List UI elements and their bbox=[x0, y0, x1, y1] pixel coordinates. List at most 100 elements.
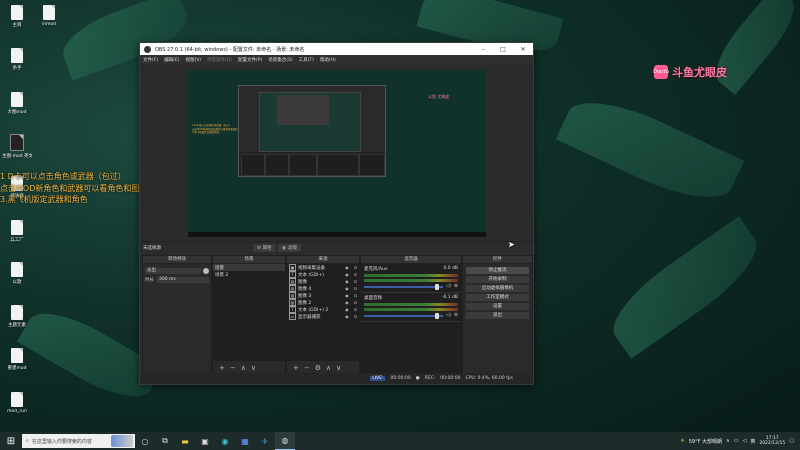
lock-icon[interactable]: ⊡ bbox=[354, 286, 357, 291]
control-button[interactable]: 设置 bbox=[466, 303, 529, 310]
desktop-icon[interactable]: 兵工厂 bbox=[2, 220, 32, 243]
source-item[interactable]: ▨ 图像 2 ◉ ⊡ bbox=[287, 299, 359, 306]
menu-item[interactable]: 文件(F) bbox=[143, 57, 158, 63]
desktop-icon[interactable]: 杀手 bbox=[2, 48, 32, 71]
channel-gear-icon[interactable]: ⚙ bbox=[454, 313, 458, 318]
visibility-eye-icon[interactable]: ◉ bbox=[345, 300, 349, 305]
speaker-icon[interactable]: ◁) bbox=[446, 313, 451, 318]
control-button[interactable]: 工作室模式 bbox=[466, 294, 529, 301]
minimize-button[interactable]: – bbox=[473, 46, 493, 53]
file-icon bbox=[11, 220, 23, 235]
filters-button[interactable]: ◐ 滤镜 bbox=[278, 243, 301, 252]
lock-icon[interactable]: ⊡ bbox=[354, 279, 357, 284]
source-settings-icon[interactable]: ⚙ bbox=[315, 364, 321, 372]
visibility-eye-icon[interactable]: ◉ bbox=[345, 307, 349, 312]
obs-window[interactable]: OBS 27.0.1 (64-bit, windows) - 配置文件: 未命名… bbox=[139, 42, 534, 385]
source-item[interactable]: ▨ 图像 ◉ ⊡ bbox=[287, 278, 359, 285]
menu-item[interactable]: 帮助(H) bbox=[320, 57, 336, 63]
desktop-icon[interactable]: 以歌 bbox=[2, 262, 32, 285]
properties-button[interactable]: ⚙ 属性 bbox=[253, 243, 276, 252]
desktop-icon[interactable]: 主题元素 bbox=[2, 305, 32, 328]
ime-icon[interactable]: 英 bbox=[750, 438, 755, 445]
menu-item[interactable]: 编辑(E) bbox=[164, 57, 179, 63]
desktop-icon[interactable]: 主目 bbox=[2, 5, 32, 28]
lock-icon[interactable]: ⊡ bbox=[354, 307, 357, 312]
lock-icon[interactable]: ⊡ bbox=[354, 314, 357, 319]
file-explorer-icon[interactable]: ▬ bbox=[175, 432, 195, 450]
task-view-icon[interactable]: ⧉ bbox=[155, 432, 175, 450]
visibility-eye-icon[interactable]: ◉ bbox=[345, 286, 349, 291]
desktop-icon[interactable]: inmod bbox=[34, 5, 64, 27]
transition-gear-icon[interactable] bbox=[203, 267, 209, 274]
channel-db: -6.1 dB bbox=[441, 295, 458, 300]
scene-item[interactable]: 场景 bbox=[213, 264, 285, 271]
visibility-eye-icon[interactable]: ◉ bbox=[345, 314, 349, 319]
source-item[interactable]: ▣ 视频采集设备 ◉ ⊡ bbox=[287, 264, 359, 271]
obs-titlebar[interactable]: OBS 27.0.1 (64-bit, windows) - 配置文件: 未命名… bbox=[140, 43, 533, 55]
visibility-eye-icon[interactable]: ◉ bbox=[345, 279, 349, 284]
duration-input[interactable]: 300 ms bbox=[157, 276, 209, 283]
source-item[interactable]: ▨ 图像 3 ◉ ⊡ bbox=[287, 292, 359, 299]
control-button[interactable]: 开始录制 bbox=[466, 276, 529, 283]
transition-select[interactable]: 淡出 bbox=[145, 267, 201, 274]
pinned-app-icon[interactable]: ✈ bbox=[255, 432, 275, 450]
network-icon[interactable]: ▭ bbox=[734, 438, 739, 444]
lock-icon[interactable]: ⊡ bbox=[354, 293, 357, 298]
channel-gear-icon[interactable]: ⚙ bbox=[454, 284, 458, 289]
visibility-eye-icon[interactable]: ◉ bbox=[345, 293, 349, 298]
speaker-icon[interactable]: ◁) bbox=[446, 284, 451, 289]
dock-title: 场景 bbox=[213, 256, 285, 264]
control-button[interactable]: 启动虚拟摄像机 bbox=[466, 285, 529, 292]
desktop-icon[interactable]: mod_run bbox=[2, 392, 32, 414]
move-up-icon[interactable]: ∧ bbox=[326, 364, 331, 372]
transition-select-row[interactable]: 淡出 bbox=[145, 267, 209, 274]
control-button[interactable]: 退出 bbox=[466, 312, 529, 319]
maximize-button[interactable]: □ bbox=[493, 46, 513, 53]
remove-source-icon[interactable]: − bbox=[304, 364, 310, 372]
source-item[interactable]: ▨ 图像 4 ◉ ⊡ bbox=[287, 285, 359, 292]
visibility-eye-icon[interactable]: ◉ bbox=[345, 272, 349, 277]
volume-slider[interactable] bbox=[364, 283, 443, 290]
source-item[interactable]: T 文本 (GDI+) 2 ◉ ⊡ bbox=[287, 306, 359, 313]
obs-taskbar-icon[interactable]: ◍ bbox=[275, 432, 295, 450]
edge-icon[interactable]: ◉ bbox=[215, 432, 235, 450]
show-hidden-icons-icon[interactable]: ∧ bbox=[726, 438, 730, 444]
lock-icon[interactable]: ⊡ bbox=[354, 265, 357, 270]
settings-app-icon[interactable]: ▦ bbox=[235, 432, 255, 450]
volume-icon[interactable]: ◁ bbox=[742, 438, 746, 444]
obs-preview[interactable]: 1 D卡可以点击角色或武器（包过） 点击MOD新角色和武器可以看角色和图片 3.… bbox=[188, 70, 486, 237]
clock[interactable]: 17:17 2022/12/15 bbox=[759, 436, 785, 446]
desktop-icon[interactable]: 重建mod bbox=[2, 348, 32, 371]
scene-list[interactable]: 场景 场景 2 bbox=[213, 264, 285, 361]
menu-item[interactable]: 停靠部件(D) bbox=[207, 57, 232, 63]
source-list[interactable]: ▣ 视频采集设备 ◉ ⊡ T 文本 (GDI+) ◉ ⊡ ▨ 图像 ◉ ⊡ ▨ 图像 4 ◉ ⊡ ▨ 图像 3 ◉ ⊡… bbox=[287, 264, 359, 361]
lock-icon[interactable]: ⊡ bbox=[354, 300, 357, 305]
weather-text[interactable]: 59°F 大部晴朗 bbox=[689, 438, 722, 445]
store-icon[interactable]: ▣ bbox=[195, 432, 215, 450]
menu-item[interactable]: 工具(T) bbox=[299, 57, 314, 63]
source-item[interactable]: ▭ 显示器捕获 ◉ ⊡ bbox=[287, 313, 359, 320]
taskbar-search-box[interactable]: ⌕ 在这里输入你要搜索的内容 bbox=[22, 434, 135, 448]
add-scene-icon[interactable]: + bbox=[219, 364, 225, 372]
scene-item[interactable]: 场景 2 bbox=[213, 271, 285, 278]
control-button[interactable]: 停止推流 bbox=[466, 267, 529, 274]
visibility-eye-icon[interactable]: ◉ bbox=[345, 265, 349, 270]
volume-slider[interactable] bbox=[364, 312, 443, 319]
menu-item[interactable]: 视图(V) bbox=[185, 57, 201, 63]
source-item[interactable]: T 文本 (GDI+) ◉ ⊡ bbox=[287, 271, 359, 278]
remove-scene-icon[interactable]: − bbox=[230, 364, 236, 372]
move-down-icon[interactable]: ∨ bbox=[336, 364, 341, 372]
add-source-icon[interactable]: + bbox=[293, 364, 299, 372]
lock-icon[interactable]: ⊡ bbox=[354, 272, 357, 277]
desktop-icon[interactable]: 主图-mod 英文 bbox=[2, 134, 32, 159]
start-windows-icon[interactable]: ⊞ bbox=[0, 432, 22, 450]
close-button[interactable]: ✕ bbox=[513, 46, 533, 53]
menu-item[interactable]: 场景集合(S) bbox=[268, 57, 292, 63]
move-down-icon[interactable]: ∨ bbox=[251, 364, 256, 372]
move-up-icon[interactable]: ∧ bbox=[241, 364, 246, 372]
desktop-icon[interactable]: 大图mod bbox=[2, 92, 32, 115]
notification-icon[interactable]: ▢ bbox=[789, 438, 794, 444]
menu-item[interactable]: 配置文件(P) bbox=[238, 57, 262, 63]
douyu-watermark-text: 斗鱼尤眼皮 bbox=[672, 66, 727, 79]
cortana-icon[interactable]: ○ bbox=[135, 432, 155, 450]
